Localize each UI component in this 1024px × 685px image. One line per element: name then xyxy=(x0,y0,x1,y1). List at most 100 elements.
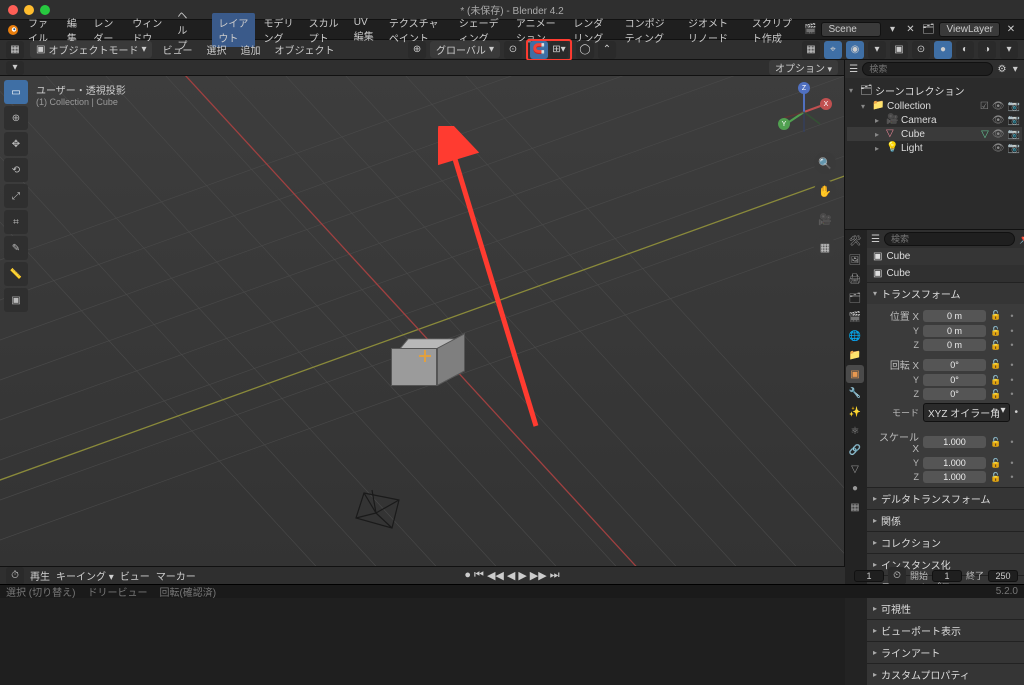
orientation-dropdown[interactable]: グローバル ▾ xyxy=(430,41,500,58)
camera-view-icon[interactable]: 🎥 xyxy=(814,208,836,230)
ptab-render[interactable]: 🖼 xyxy=(846,251,864,269)
props-search-input[interactable] xyxy=(884,232,1015,246)
ptab-data[interactable]: ▽ xyxy=(846,460,864,478)
perspective-toggle-icon[interactable]: ▦ xyxy=(814,236,836,258)
props-breadcrumb[interactable]: ▣ Cube xyxy=(867,248,1024,265)
tl-marker[interactable]: マーカー xyxy=(156,568,196,583)
cube-object[interactable] xyxy=(395,334,455,394)
scene-browse-icon[interactable]: ▾ xyxy=(885,23,899,37)
overlay-toggle-icon[interactable]: ◉ xyxy=(846,41,864,59)
lock-icon[interactable]: 🔓 xyxy=(990,458,1002,469)
jump-start-icon[interactable]: ⏮ xyxy=(474,569,484,582)
new-collection-icon[interactable]: ▾ xyxy=(1011,62,1020,76)
ptab-scene[interactable]: 🎬 xyxy=(846,308,864,326)
mode-dropdown[interactable]: ▣ オブジェクトモード ▾ xyxy=(30,41,152,58)
ptab-particle[interactable]: ✨ xyxy=(846,403,864,421)
start-frame-field[interactable]: 1 xyxy=(932,570,962,582)
ptab-constraint[interactable]: 🔗 xyxy=(846,441,864,459)
rotate-tool[interactable]: ⟲ xyxy=(4,158,28,182)
select-box-tool[interactable]: ▭ xyxy=(4,80,28,104)
lock-icon[interactable]: 🔓 xyxy=(990,326,1002,337)
render-icon[interactable]: 📷 xyxy=(1008,115,1020,126)
gizmo-y-icon[interactable]: Y xyxy=(778,118,790,130)
autokey-icon[interactable]: ● xyxy=(464,569,471,582)
ptab-world[interactable]: 🌐 xyxy=(846,327,864,345)
zoom-icon[interactable]: 🔍 xyxy=(814,152,836,174)
loc-x-field[interactable]: 0 m xyxy=(923,310,986,322)
filter-icon[interactable]: ▦ xyxy=(802,41,820,59)
ptab-viewlayer[interactable]: 🗂 xyxy=(846,289,864,307)
viewlayer-field[interactable]: ViewLayer xyxy=(939,22,1000,37)
ptab-physics[interactable]: ⚛ xyxy=(846,422,864,440)
rot-z-field[interactable]: 0° xyxy=(923,388,986,400)
overlay-dropdown-icon[interactable]: ▾ xyxy=(868,41,886,59)
scale-y-field[interactable]: 1.000 xyxy=(923,457,986,469)
ptab-texture[interactable]: ▦ xyxy=(846,498,864,516)
editor-type-icon[interactable]: ▦ xyxy=(6,41,24,59)
workspace-comp[interactable]: コンポジティング xyxy=(619,13,680,47)
render-icon[interactable]: 📷 xyxy=(1008,143,1020,154)
ptab-modifier[interactable]: 🔧 xyxy=(846,384,864,402)
ptab-tool[interactable]: 🛠 xyxy=(846,232,864,250)
lock-icon[interactable]: 🔓 xyxy=(990,340,1002,351)
measure-tool[interactable]: 📏 xyxy=(4,262,28,286)
play-fwd-icon[interactable]: ▶ xyxy=(518,569,526,582)
props-editor-icon[interactable]: ☰ xyxy=(871,232,880,246)
shading-matprev-icon[interactable]: ◐ xyxy=(956,41,974,59)
end-frame-field[interactable]: 250 xyxy=(988,570,1018,582)
eye-icon[interactable]: 👁 xyxy=(992,129,1005,140)
scale-tool[interactable]: ⤢ xyxy=(4,184,28,208)
hdr-object[interactable]: オブジェクト xyxy=(270,42,338,57)
section-lineart[interactable]: ▸ラインアート xyxy=(867,641,1024,663)
pivot-icon[interactable]: ⊙ xyxy=(504,41,522,59)
filter-icon[interactable]: ⚙ xyxy=(997,62,1006,76)
tree-camera[interactable]: ▸🎥 Camera 👁📷 xyxy=(847,113,1022,127)
loc-z-field[interactable]: 0 m xyxy=(923,339,986,351)
ptab-material[interactable]: ● xyxy=(846,479,864,497)
section-visibility[interactable]: ▸可視性 xyxy=(867,597,1024,619)
timeline-editor-icon[interactable]: ⏱ xyxy=(6,567,24,585)
camera-object[interactable] xyxy=(354,488,414,538)
rot-y-field[interactable]: 0° xyxy=(923,374,986,386)
snap-target-dropdown[interactable]: ⊞▾ xyxy=(550,41,568,59)
section-viewport[interactable]: ▸ビューポート表示 xyxy=(867,619,1024,641)
current-frame-field[interactable]: 1 xyxy=(854,570,884,582)
lock-icon[interactable]: 🔓 xyxy=(990,359,1002,370)
eye-icon[interactable]: 👁 xyxy=(992,143,1005,154)
scene-name-field[interactable]: Scene xyxy=(821,22,881,37)
tl-view[interactable]: ビュー xyxy=(120,568,150,583)
tl-keying-dropdown[interactable]: キーイング ▾ xyxy=(56,568,114,583)
nav-gizmo[interactable]: X Y Z xyxy=(776,84,832,140)
3d-viewport[interactable]: ▭ ⊕ ✥ ⟲ ⤢ ⌗ ✎ 📏 ▣ ユーザー・透視投影 (1) Collecti… xyxy=(0,76,844,566)
lock-icon[interactable]: 🔓 xyxy=(990,437,1002,448)
shading-render-icon[interactable]: ◑ xyxy=(978,41,996,59)
tree-light[interactable]: ▸💡 Light 👁📷 xyxy=(847,141,1022,155)
section-transform[interactable]: ▾トランスフォーム xyxy=(867,282,1024,304)
shading-wire-icon[interactable]: ⊙ xyxy=(912,41,930,59)
section-relations[interactable]: ▸関係 xyxy=(867,509,1024,531)
proportional-edit-icon[interactable]: ◯ xyxy=(576,41,594,59)
section-delta[interactable]: ▸デルタトランスフォーム xyxy=(867,487,1024,509)
shading-dropdown-icon[interactable]: ▾ xyxy=(1000,41,1018,59)
workspace-uv[interactable]: UV編集 xyxy=(348,15,381,45)
scene-new-icon[interactable]: ✕ xyxy=(903,23,917,37)
orientation-icon[interactable]: ⊕ xyxy=(408,41,426,59)
props-data-crumb[interactable]: ▣ Cube xyxy=(867,265,1024,282)
rotation-mode-dropdown[interactable]: XYZ オイラー角▾ xyxy=(923,403,1010,422)
add-cube-tool[interactable]: ▣ xyxy=(4,288,28,312)
proportional-falloff-icon[interactable]: ⌃ xyxy=(598,41,616,59)
eye-icon[interactable]: 👁 xyxy=(992,115,1005,126)
render-icon[interactable]: 📷 xyxy=(1008,129,1020,140)
lock-icon[interactable]: 🔓 xyxy=(990,375,1002,386)
shading-solid-icon[interactable]: ● xyxy=(934,41,952,59)
layer-new-icon[interactable]: ✕ xyxy=(1004,23,1018,37)
transform-tool[interactable]: ⌗ xyxy=(4,210,28,234)
tree-cube[interactable]: ▸▽ Cube ▽👁📷 xyxy=(847,127,1022,141)
snap-toggle-button[interactable]: 🧲 xyxy=(530,41,548,59)
preview-range-icon[interactable]: ⏲ xyxy=(888,567,906,585)
workspace-geo[interactable]: ジオメトリノード xyxy=(682,13,744,47)
next-key-icon[interactable]: ▶▶ xyxy=(530,569,547,582)
tree-scene-collection[interactable]: ▾🗂 シーンコレクション xyxy=(847,82,1022,99)
xray-icon[interactable]: ▣ xyxy=(890,41,908,59)
outliner-search-input[interactable] xyxy=(862,62,993,76)
